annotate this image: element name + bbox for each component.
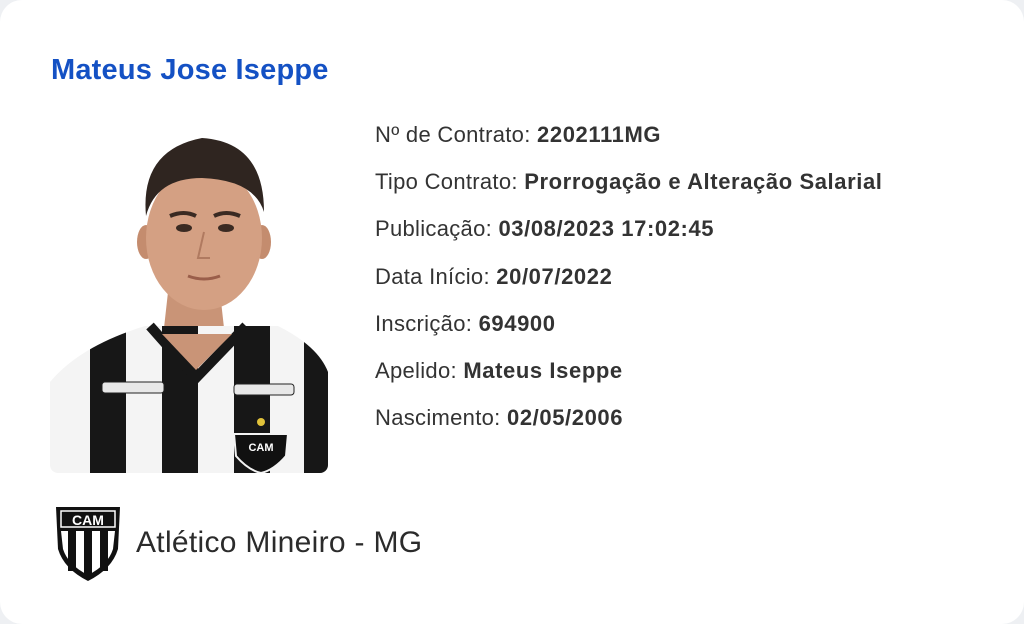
detail-value: 694900: [478, 310, 556, 336]
svg-text:CAM: CAM: [72, 512, 104, 528]
detail-label: Nascimento:: [375, 405, 507, 431]
detail-label: Publicação:: [375, 216, 499, 242]
detail-registration: Inscrição: 694900: [375, 307, 883, 354]
detail-label: Tipo Contrato:: [375, 169, 525, 195]
detail-birth-date: Nascimento: 02/05/2006: [375, 401, 883, 448]
detail-publication: Publicação: 03/08/2023 17:02:45: [375, 212, 883, 259]
detail-contract-number: Nº de Contrato: 2202111MG: [375, 118, 883, 165]
detail-nickname: Apelido: Mateus Iseppe: [375, 354, 883, 401]
detail-value: 02/05/2006: [506, 405, 624, 431]
detail-value: 2202111MG: [537, 122, 662, 147]
club-crest-icon: CAM: [56, 507, 120, 581]
detail-label: Data Início:: [375, 263, 497, 289]
detail-value: 03/08/2023 17:02:45: [498, 216, 715, 242]
club-row: CAM Atlético Mineiro - MG: [54, 503, 422, 583]
detail-start-date: Data Início: 20/07/2022: [375, 260, 883, 307]
detail-value: Prorrogação e Alteração Salarial: [524, 169, 883, 195]
detail-label: Nº de Contrato:: [375, 122, 538, 147]
contract-card: Mateus Jose Iseppe CAM Nº de Contrato: 2…: [0, 0, 1024, 624]
club-name: Atlético Mineiro - MG: [136, 526, 423, 559]
detail-label: Apelido:: [375, 357, 464, 383]
detail-value: Mateus Iseppe: [463, 357, 623, 383]
detail-label: Inscrição:: [375, 310, 479, 336]
contract-details: Nº de Contrato: 2202111MG Tipo Contrato:…: [375, 118, 883, 448]
player-name: Mateus Jose Iseppe: [51, 54, 329, 86]
player-photo: CAM: [50, 120, 328, 473]
svg-text:CAM: CAM: [248, 442, 273, 454]
detail-contract-type: Tipo Contrato: Prorrogação e Alteração S…: [375, 165, 883, 212]
detail-value: 20/07/2022: [496, 263, 613, 289]
